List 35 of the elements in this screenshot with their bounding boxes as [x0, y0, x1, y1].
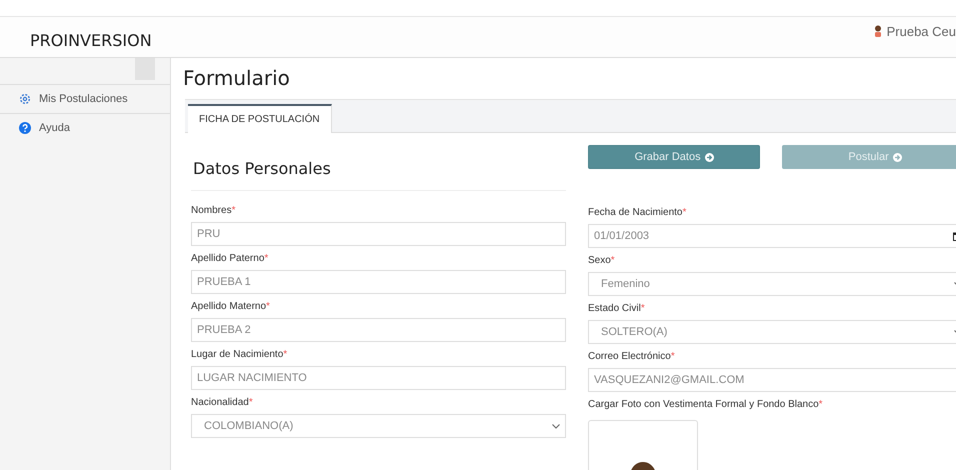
text-field[interactable]: PRUEBA 2 — [191, 318, 566, 342]
field-label: Estado Civil* — [588, 303, 646, 316]
select-field[interactable]: Femenino — [588, 272, 956, 296]
brand-name: PROINVERSION — [30, 30, 152, 50]
date-field[interactable]: 01/01/2003 — [588, 224, 956, 248]
field-label: Sexo* — [588, 255, 616, 268]
page-title: Formulario — [183, 66, 291, 90]
photo-upload-area[interactable] — [588, 420, 698, 470]
text-field[interactable]: LUGAR NACIMIENTO — [191, 366, 566, 390]
user-avatar-icon — [874, 25, 882, 37]
text-field[interactable]: PRU — [191, 222, 566, 246]
help-icon — [19, 122, 31, 134]
sidebar-item[interactable]: Mis Postulaciones — [0, 84, 170, 113]
chevron-down-icon — [552, 424, 560, 428]
field-label: Correo Electrónico* — [588, 351, 676, 364]
field-label: Apellido Materno* — [191, 301, 271, 314]
field-label: Nacionalidad* — [191, 397, 254, 410]
arrow-circle-icon — [892, 152, 902, 162]
sidebar-item[interactable]: Ayuda — [0, 113, 170, 142]
select-field[interactable]: COLOMBIANO(A) — [191, 414, 566, 438]
field-label: Apellido Paterno* — [191, 253, 270, 266]
select-field[interactable]: SOLTERO(A) — [588, 320, 956, 344]
user-menu[interactable]: Prueba Ceu — [874, 24, 956, 38]
field-label: Lugar de Nacimiento* — [191, 349, 288, 362]
sidebar-toggle[interactable] — [135, 58, 155, 80]
field-label: Fecha de Nacimiento* — [588, 207, 688, 220]
field-label: Cargar Foto con Vestimenta Formal y Fondo Blanco* — [588, 399, 824, 412]
text-field[interactable]: PRUEBA 1 — [191, 270, 566, 294]
arrow-circle-icon — [704, 152, 714, 162]
gear-icon — [19, 93, 31, 105]
field-label: Nombres* — [191, 205, 236, 218]
section-title: Datos Personales — [191, 133, 566, 191]
text-field[interactable]: VASQUEZANI2@GMAIL.COM — [588, 368, 956, 392]
tab[interactable]: FICHA DE POSTULACIÓN — [188, 104, 332, 133]
action-button[interactable]: Grabar Datos — [588, 145, 760, 169]
